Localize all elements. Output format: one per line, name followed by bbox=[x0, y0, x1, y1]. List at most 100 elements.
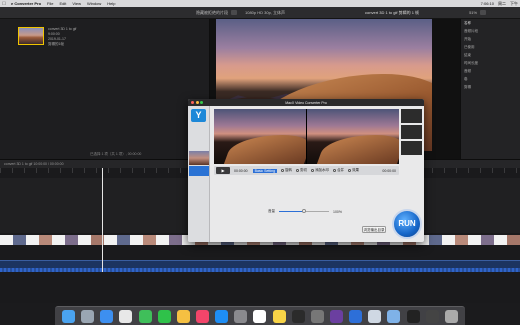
chrome-icon[interactable] bbox=[119, 309, 133, 323]
filmstrip-frame bbox=[52, 235, 65, 245]
volume-knob[interactable] bbox=[302, 209, 306, 213]
status-time[interactable]: 7:06:10 bbox=[479, 1, 496, 6]
filmstrip-frame bbox=[507, 235, 520, 245]
selected-item-bar[interactable] bbox=[189, 166, 209, 176]
close-icon[interactable] bbox=[191, 101, 194, 104]
filmstrip-frame bbox=[65, 235, 78, 245]
prefs-icon[interactable] bbox=[234, 309, 248, 323]
audio-track[interactable] bbox=[0, 260, 520, 268]
clip-thumbnail[interactable] bbox=[18, 27, 44, 45]
view-options-button[interactable] bbox=[480, 10, 487, 15]
motion-icon[interactable] bbox=[330, 309, 344, 323]
notes-icon[interactable] bbox=[272, 309, 286, 323]
browser-footer: 已选择 1 项（共 1 项）, 00:00:00 bbox=[90, 152, 142, 156]
audio-waveform bbox=[0, 268, 520, 272]
apple-icon[interactable]:  bbox=[0, 1, 8, 7]
inspector-row: 名称 bbox=[464, 20, 471, 25]
run-button[interactable]: RUN bbox=[392, 209, 422, 239]
inspector-row: 结束 bbox=[464, 52, 471, 57]
filmstrip-frame bbox=[455, 235, 468, 245]
finalcut-icon[interactable] bbox=[291, 309, 305, 323]
trash-icon[interactable] bbox=[444, 309, 458, 323]
safari-icon[interactable] bbox=[100, 309, 114, 323]
filmstrip-frame bbox=[169, 235, 182, 245]
zoom-level[interactable]: 51% bbox=[469, 10, 477, 15]
thumbnail[interactable] bbox=[401, 141, 422, 155]
thumbnail[interactable] bbox=[401, 109, 422, 123]
converter-icon[interactable] bbox=[349, 309, 363, 323]
source-thumbnail[interactable] bbox=[189, 151, 209, 165]
filmstrip-frame bbox=[481, 235, 494, 245]
option-crop[interactable]: 剪切 bbox=[296, 168, 307, 173]
volume-slider[interactable] bbox=[279, 209, 329, 213]
option-label: 旋转 bbox=[285, 168, 293, 172]
browse-output-button[interactable]: 浏览输出目录 bbox=[362, 226, 386, 233]
original-preview bbox=[214, 109, 306, 164]
menu-file[interactable]: File bbox=[44, 1, 56, 6]
dock bbox=[55, 306, 465, 325]
window-controls bbox=[191, 101, 205, 104]
inspector-row: 已使用 bbox=[464, 44, 475, 49]
appstore-icon[interactable] bbox=[215, 309, 229, 323]
option-watermark[interactable]: 添加水印 bbox=[311, 168, 329, 173]
menu-help[interactable]: Help bbox=[104, 1, 118, 6]
radio-icon bbox=[311, 169, 315, 172]
option-rotate[interactable]: 旋转 bbox=[281, 168, 292, 173]
converter-title: MacX Video Converter Pro bbox=[285, 100, 327, 105]
quicktime-icon[interactable] bbox=[368, 309, 382, 323]
menu-edit[interactable]: Edit bbox=[56, 1, 69, 6]
status-ampm: 下午 bbox=[510, 0, 518, 6]
compressor-icon[interactable] bbox=[310, 309, 324, 323]
filmstrip-frame bbox=[442, 235, 455, 245]
menu-app-name[interactable]: e Converter Pro bbox=[8, 1, 44, 6]
play-button[interactable]: ▶ bbox=[216, 167, 230, 174]
option-label: 合并 bbox=[337, 168, 345, 172]
filmstrip-frame bbox=[494, 235, 507, 245]
converter-sidebar: Y bbox=[188, 106, 210, 242]
zoom-icon[interactable] bbox=[200, 101, 203, 104]
basic-setting-tab[interactable]: Basic Setting bbox=[252, 168, 278, 173]
filmstrip-frame bbox=[429, 235, 442, 245]
activity-icon[interactable] bbox=[425, 309, 439, 323]
option-label: 剪切 bbox=[300, 168, 308, 172]
playhead[interactable] bbox=[102, 168, 103, 272]
calendar-icon[interactable] bbox=[253, 309, 267, 323]
radio-icon bbox=[333, 169, 337, 172]
inspector-row: 剪辑 bbox=[464, 84, 471, 89]
wechat-icon[interactable] bbox=[157, 309, 171, 323]
clip-frames: 剪辑的1帧 bbox=[48, 42, 64, 46]
radio-icon bbox=[348, 169, 352, 172]
inspector-row: 卷 bbox=[464, 76, 468, 81]
status-day: 周二 bbox=[498, 0, 506, 6]
end-timecode: 00:00:00 bbox=[382, 168, 396, 173]
playback-controls: ▶ 00:00:00 Basic Setting 旋转 剪切 添加水印 合并 效… bbox=[214, 166, 399, 175]
terminal-icon[interactable] bbox=[406, 309, 420, 323]
option-effect[interactable]: 效果 bbox=[348, 168, 359, 173]
converter-titlebar[interactable]: MacX Video Converter Pro bbox=[188, 99, 424, 106]
preview-panel bbox=[214, 109, 399, 164]
option-merge[interactable]: 合并 bbox=[333, 168, 344, 173]
toolbar-button[interactable] bbox=[231, 10, 237, 15]
start-timecode: 00:00:00 bbox=[234, 168, 248, 173]
radio-icon bbox=[296, 169, 300, 172]
music-icon[interactable] bbox=[196, 309, 210, 323]
dune-shape bbox=[223, 135, 306, 164]
messages-icon[interactable] bbox=[138, 309, 152, 323]
menu-bar:  e Converter Pro File Edit View Window … bbox=[0, 0, 520, 7]
inspector-row: 音频片段 bbox=[464, 28, 478, 33]
library-filter[interactable]: 隐藏被拒绝的片段 bbox=[196, 10, 228, 16]
filmstrip-frame bbox=[13, 235, 26, 245]
menu-window[interactable]: Window bbox=[84, 1, 104, 6]
minimize-icon[interactable] bbox=[195, 101, 199, 104]
inspector-row: 开始 bbox=[464, 36, 471, 41]
thumbnail[interactable] bbox=[401, 125, 422, 139]
preview-icon[interactable] bbox=[387, 309, 401, 323]
filmstrip-frame bbox=[468, 235, 481, 245]
volume-row: 音量 100% bbox=[268, 209, 358, 214]
photos-icon[interactable] bbox=[176, 309, 190, 323]
app-logo-icon: Y bbox=[191, 109, 206, 122]
menu-view[interactable]: View bbox=[69, 1, 84, 6]
finder-icon[interactable] bbox=[62, 309, 76, 323]
launchpad-icon[interactable] bbox=[81, 309, 95, 323]
filmstrip-frame bbox=[104, 235, 117, 245]
